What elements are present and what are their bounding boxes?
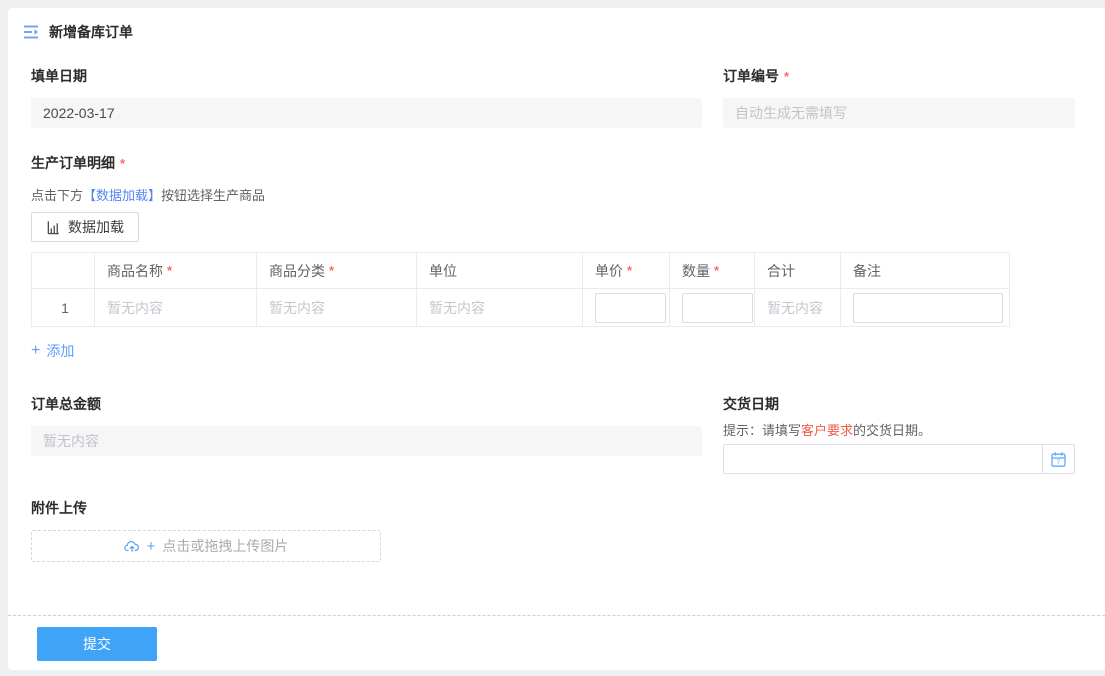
- detail-table: 商品名称* 商品分类* 单位 单价* 数量* 合计 备注 1 暂无内容 暂无内容: [31, 252, 1010, 327]
- calendar-icon: 7: [1050, 451, 1067, 468]
- delivery-label: 交货日期: [723, 394, 1075, 414]
- delivery-hint-emphasis: 客户要求: [801, 423, 853, 438]
- row-date-orderno: 填单日期 2022-03-17 订单编号* 自动生成无需填写: [31, 66, 1075, 128]
- calendar-button[interactable]: 7: [1042, 445, 1074, 473]
- table-header-row: 商品名称* 商品分类* 单位 单价* 数量* 合计 备注: [32, 253, 1010, 289]
- detail-section: 生产订单明细* 点击下方【数据加载】按钮选择生产商品 数据加载: [31, 153, 1075, 361]
- required-mark: *: [120, 156, 125, 171]
- upload-label: 附件上传: [31, 498, 1075, 518]
- order-no-field: 自动生成无需填写: [723, 98, 1075, 128]
- order-no-label: 订单编号*: [723, 66, 1075, 86]
- footer-divider: [8, 615, 1105, 616]
- price-input[interactable]: [595, 293, 666, 323]
- menu-unfold-icon: [22, 23, 40, 41]
- col-index: [32, 253, 95, 289]
- fill-date-label: 填单日期: [31, 66, 702, 86]
- col-category: 商品分类*: [257, 253, 417, 289]
- upload-dropzone[interactable]: + 点击或拖拽上传图片: [31, 530, 381, 562]
- col-unit: 单位: [417, 253, 583, 289]
- add-row-link[interactable]: + 添加: [31, 341, 74, 361]
- total-field: 暂无内容: [31, 426, 702, 456]
- table-row: 1 暂无内容 暂无内容 暂无内容 暂无内容: [32, 289, 1010, 327]
- col-name: 商品名称*: [95, 253, 257, 289]
- page-title: 新增备库订单: [49, 22, 133, 42]
- detail-label: 生产订单明细*: [31, 153, 1075, 173]
- qty-input[interactable]: [682, 293, 753, 323]
- plus-icon: +: [31, 342, 40, 360]
- cell-category[interactable]: 暂无内容: [257, 289, 417, 327]
- upload-section: 附件上传 + 点击或拖拽上传图片: [31, 498, 1075, 562]
- page-header: 新增备库订单: [8, 8, 1105, 42]
- remark-input[interactable]: [853, 293, 1003, 323]
- cell-price: [583, 289, 670, 327]
- col-remark: 备注: [841, 253, 1010, 289]
- data-load-hint-link[interactable]: 【数据加载】: [83, 188, 161, 203]
- row-total-delivery: 订单总金额 暂无内容 交货日期 提示：请填写客户要求的交货日期。 7: [31, 394, 1075, 474]
- data-load-button[interactable]: 数据加载: [31, 212, 139, 242]
- submit-button[interactable]: 提交: [37, 627, 157, 661]
- cell-unit: 暂无内容: [417, 289, 583, 327]
- plus-icon: +: [147, 538, 156, 555]
- upload-text: 点击或拖拽上传图片: [162, 536, 288, 556]
- delivery-hint: 提示：请填写客户要求的交货日期。: [723, 420, 1075, 439]
- fill-date-field: 2022-03-17: [31, 98, 702, 128]
- delivery-date-input[interactable]: [724, 445, 1042, 473]
- bar-chart-icon: [46, 220, 61, 235]
- col-qty: 数量*: [670, 253, 755, 289]
- delivery-date-field: 7: [723, 444, 1075, 474]
- svg-text:7: 7: [1057, 459, 1061, 466]
- total-label: 订单总金额: [31, 394, 702, 414]
- cell-name[interactable]: 暂无内容: [95, 289, 257, 327]
- col-price: 单价*: [583, 253, 670, 289]
- row-index: 1: [32, 289, 95, 327]
- detail-hint: 点击下方【数据加载】按钮选择生产商品: [31, 185, 1075, 204]
- col-total: 合计: [755, 253, 841, 289]
- required-mark: *: [784, 69, 789, 84]
- cell-remark: [841, 289, 1010, 327]
- form-card: 新增备库订单 填单日期 2022-03-17 订单编号* 自动生成无需填写 生产…: [8, 8, 1105, 670]
- cell-total: 暂无内容: [755, 289, 841, 327]
- cell-qty: [670, 289, 755, 327]
- cloud-upload-icon: [124, 538, 140, 554]
